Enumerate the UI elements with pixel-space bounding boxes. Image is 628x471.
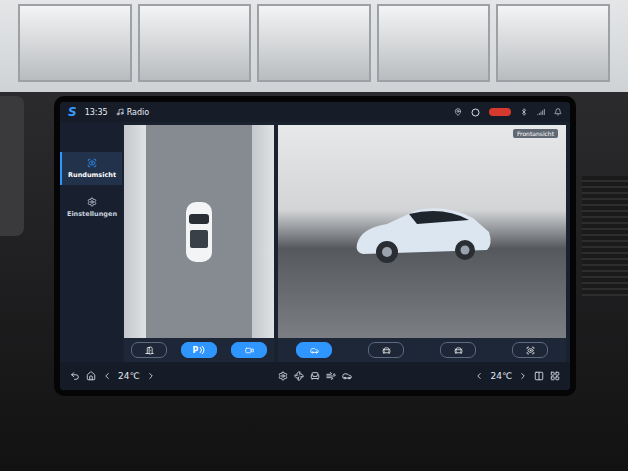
bell-icon[interactable] (554, 108, 562, 116)
window-pane (257, 4, 371, 82)
wall (252, 125, 274, 338)
car-icon[interactable] (342, 371, 352, 381)
seat-heat-icon[interactable] (310, 371, 320, 381)
view-angle-button[interactable] (512, 342, 548, 358)
chevron-left-icon[interactable] (474, 371, 484, 381)
camera-view-icon (87, 158, 97, 168)
source-label: Radio (127, 108, 149, 117)
car-view-icon (382, 346, 391, 355)
bluetooth-icon (520, 108, 528, 116)
wall (124, 125, 146, 338)
view-mode-button[interactable] (131, 342, 167, 358)
driver-temperature[interactable]: 24℃ (118, 371, 140, 381)
view-angle-button[interactable] (440, 342, 476, 358)
car-top-icon (184, 200, 214, 264)
sidebar-item[interactable]: Rundumsicht (60, 152, 122, 185)
passenger-temperature[interactable]: 24℃ (490, 371, 512, 381)
airbag-badge (489, 108, 511, 116)
status-bar: S 13:35 Radio (60, 102, 570, 122)
car-view-icon (526, 346, 535, 355)
view-angle-button[interactable] (296, 342, 332, 358)
view-angle-button[interactable] (368, 342, 404, 358)
view-mode-button[interactable]: P (181, 342, 217, 358)
showroom-background (0, 0, 628, 92)
window-pane (138, 4, 252, 82)
media-source[interactable]: Radio (116, 108, 149, 117)
chevron-right-icon[interactable] (146, 371, 156, 381)
window-pane (377, 4, 491, 82)
view-mode-bar: P (124, 338, 274, 362)
view-mode-button[interactable] (231, 342, 267, 358)
camera-area: P Frontansicht (122, 122, 570, 362)
ac-icon[interactable] (278, 371, 288, 381)
window-pane (18, 4, 132, 82)
clock: 13:35 (85, 108, 108, 117)
home-icon[interactable] (86, 371, 96, 381)
sidebar: Rundumsicht Einstellungen (60, 122, 122, 362)
signal-icon (537, 108, 545, 116)
brand-logo[interactable]: S (68, 105, 77, 119)
sidebar-item[interactable]: Einstellungen (60, 191, 122, 224)
camera-icon (245, 346, 254, 355)
device-edge (0, 96, 24, 236)
back-icon[interactable] (70, 371, 80, 381)
status-icons (454, 108, 562, 117)
door-icon (145, 346, 154, 355)
chevron-left-icon[interactable] (102, 371, 112, 381)
defrost-icon[interactable] (326, 371, 336, 381)
infotainment-screen: S 13:35 Radio Rundumsicht Einstellungen P Fron… (60, 102, 570, 390)
location-icon (454, 108, 462, 116)
front-view-panel: Frontansicht (278, 125, 566, 362)
screen-body: Rundumsicht Einstellungen P Frontansicht (60, 122, 570, 362)
settings-icon (87, 197, 97, 207)
front-view-image: Frontansicht (278, 125, 566, 338)
view-label: Frontansicht (513, 129, 558, 138)
view-angle-bar (278, 338, 566, 362)
car-view-icon (310, 346, 319, 355)
car-3d-icon (347, 192, 497, 272)
sensor-waves-icon (199, 346, 205, 354)
dashboard: S 13:35 Radio Rundumsicht Einstellungen P Fron… (0, 92, 628, 471)
car-view-icon (454, 346, 463, 355)
gauge-icon (471, 108, 480, 117)
music-note-icon (116, 108, 124, 116)
climate-bar: 24℃ 24℃ (60, 362, 570, 390)
photo-frame: S 13:35 Radio Rundumsicht Einstellungen P Fron… (0, 0, 628, 471)
fan-icon[interactable] (294, 371, 304, 381)
top-view-image (124, 125, 274, 338)
top-view-panel: P (124, 125, 274, 362)
display-bezel: S 13:35 Radio Rundumsicht Einstellungen P Fron… (54, 96, 576, 396)
window-pane (496, 4, 610, 82)
app-grid-icon[interactable] (550, 371, 560, 381)
floor (146, 125, 252, 338)
chevron-right-icon[interactable] (518, 371, 528, 381)
air-vent (582, 176, 628, 296)
split-view-icon[interactable] (534, 371, 544, 381)
